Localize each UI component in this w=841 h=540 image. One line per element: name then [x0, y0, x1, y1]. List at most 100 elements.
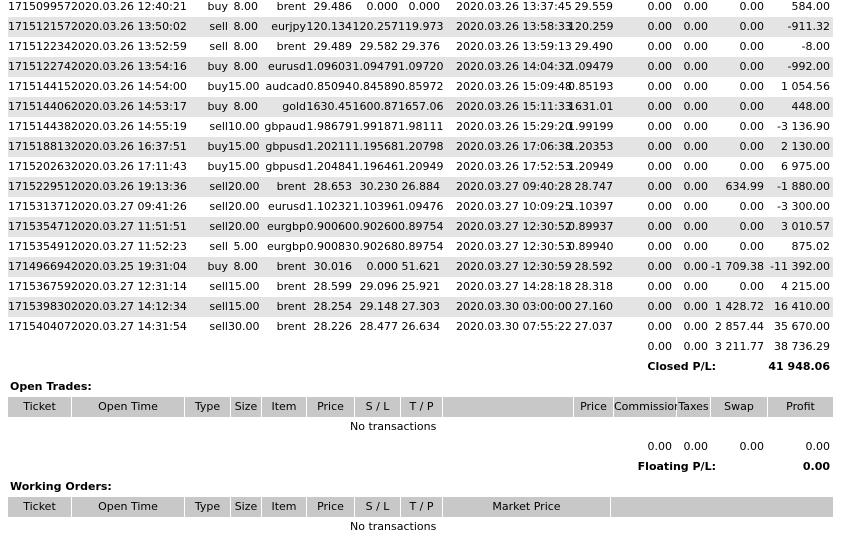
cell-size: 8.00: [233, 260, 259, 273]
working-orders-header: Ticket Open Time Type Size Item Price S …: [8, 497, 833, 517]
cell-close-time: 2020.03.27 14:28:18: [456, 280, 572, 293]
cell-commission: 0.00: [647, 20, 673, 33]
cell-taxes: 0.00: [683, 160, 709, 173]
commission-total: 0.00: [647, 340, 673, 353]
cell-item: gbpusd: [265, 140, 306, 153]
cell-close-time: 2020.03.26 13:37:45: [456, 0, 572, 13]
cell-item: brent: [276, 320, 306, 333]
cell-type: buy: [207, 0, 228, 13]
cell-ticket: 171540407: [8, 320, 71, 333]
col-open-time: Open Time: [72, 497, 184, 517]
cell-profit: -911.32: [787, 20, 830, 33]
cell-size: 10.00: [228, 120, 260, 133]
cell-ticket: 171518813: [8, 140, 71, 153]
cell-size: 8.00: [233, 60, 259, 73]
cell-close-price: 1.09479: [568, 60, 614, 73]
cell-close-time: 2020.03.27 12:30:52: [456, 220, 572, 233]
cell-ticket: 171520263: [8, 160, 71, 173]
closed-pl-row: Closed P/L: 41 948.06: [8, 357, 833, 377]
col-type: Type: [185, 397, 230, 417]
col-sl: S / L: [355, 497, 400, 517]
cell-commission: 0.00: [647, 120, 673, 133]
cell-commission: 0.00: [647, 320, 673, 333]
col-price-2: Price: [574, 397, 613, 417]
cell-swap: 0.00: [739, 240, 765, 253]
cell-taxes: 0.00: [683, 220, 709, 233]
cell-ticket: 171514406: [8, 100, 71, 113]
cell-ticket: 171536759: [8, 280, 71, 293]
cell-commission: 0.00: [647, 160, 673, 173]
cell-ticket: 171531371: [8, 200, 71, 213]
table-row: 171520263 2020.03.26 17:11:43 buy 15.00 gbpu…: [8, 157, 833, 177]
cell-price: 1.20484: [306, 160, 353, 173]
cell-item: brent: [276, 40, 306, 53]
col-open-time: Open Time: [72, 397, 184, 417]
cell-type: sell: [209, 120, 228, 133]
cell-close-price: 1631.01: [568, 100, 614, 113]
cell-size: 15.00: [228, 80, 260, 93]
cell-size: 20.00: [228, 180, 260, 193]
cell-item: brent: [276, 260, 306, 273]
cell-sl: 29.582: [359, 40, 399, 53]
cell-ticket: 171539830: [8, 300, 71, 313]
col-commission: Commission: [614, 397, 681, 417]
col-market-price: Market Price: [443, 497, 610, 517]
table-row: 171531371 2020.03.27 09:41:26 sell 20.00 eur…: [8, 197, 833, 217]
cell-profit: 2 130.00: [781, 140, 830, 153]
cell-close-price: 28.592: [574, 260, 614, 273]
cell-type: sell: [209, 240, 228, 253]
col-item: Item: [262, 397, 306, 417]
cell-profit: 448.00: [791, 100, 831, 113]
cell-close-time: 2020.03.26 15:09:48: [456, 80, 572, 93]
col-type: Type: [185, 497, 230, 517]
cell-close-price: 0.89937: [568, 220, 614, 233]
profit-total: 38 736.29: [774, 340, 830, 353]
cell-taxes: 0.00: [683, 120, 709, 133]
cell-profit: -992.00: [787, 60, 830, 73]
cell-ticket: 171535471: [8, 220, 71, 233]
cell-type: buy: [207, 160, 228, 173]
cell-taxes: 0.00: [683, 140, 709, 153]
cell-item: gbpusd: [265, 160, 306, 173]
table-row: 171496694 2020.03.25 19:31:04 buy 8.00 brent…: [8, 257, 833, 277]
cell-swap: 0.00: [739, 0, 765, 13]
cell-price: 1.09603: [306, 60, 353, 73]
cell-price: 1.20211: [306, 140, 353, 153]
cell-open-time: 2020.03.26 13:50:02: [71, 20, 187, 33]
taxes-total: 0.00: [683, 340, 709, 353]
cell-ticket: 171535491: [8, 240, 71, 253]
cell-swap: 0.00: [739, 20, 765, 33]
cell-price: 28.254: [313, 300, 353, 313]
cell-tp: 1.20949: [398, 160, 444, 173]
cell-tp: 119.973: [398, 20, 444, 33]
cell-commission: 0.00: [647, 260, 673, 273]
cell-sl: 120.257: [352, 20, 399, 33]
cell-size: 8.00: [233, 0, 259, 13]
cell-profit: 3 010.57: [781, 220, 830, 233]
cell-sl: 1600.87: [352, 100, 399, 113]
cell-taxes: 0.00: [683, 280, 709, 293]
cell-taxes: 0.00: [683, 100, 709, 113]
cell-tp: 0.89754: [398, 240, 444, 253]
col-blank: [443, 397, 573, 417]
cell-close-time: 2020.03.30 07:55:22: [456, 320, 572, 333]
cell-sl: 1.09479: [352, 60, 399, 73]
cell-close-time: 2020.03.26 14:04:32: [456, 60, 572, 73]
table-row: 171512234 2020.03.26 13:52:59 sell 8.00 bren…: [8, 37, 833, 57]
cell-swap: 634.99: [725, 180, 765, 193]
cell-open-time: 2020.03.25 19:31:04: [71, 260, 187, 273]
cell-price: 0.90060: [306, 220, 353, 233]
cell-close-price: 1.20353: [568, 140, 614, 153]
table-row: 171535491 2020.03.27 11:52:23 sell 5.00 eurg…: [8, 237, 833, 257]
working-orders-title: Working Orders:: [10, 480, 112, 493]
floating-pl-value: 0.00: [802, 460, 830, 473]
cell-close-time: 2020.03.26 15:29:20: [456, 120, 572, 133]
cell-ticket: 171512157: [8, 20, 71, 33]
cell-tp: 29.376: [401, 40, 441, 53]
cell-ticket: 171514415: [8, 80, 71, 93]
table-row: 171514438 2020.03.26 14:55:19 sell 10.00 gbp…: [8, 117, 833, 137]
col-taxes: Taxes: [677, 397, 710, 417]
cell-open-time: 2020.03.26 16:37:51: [71, 140, 187, 153]
cell-close-time: 2020.03.26 15:11:33: [456, 100, 572, 113]
cell-type: sell: [209, 200, 228, 213]
